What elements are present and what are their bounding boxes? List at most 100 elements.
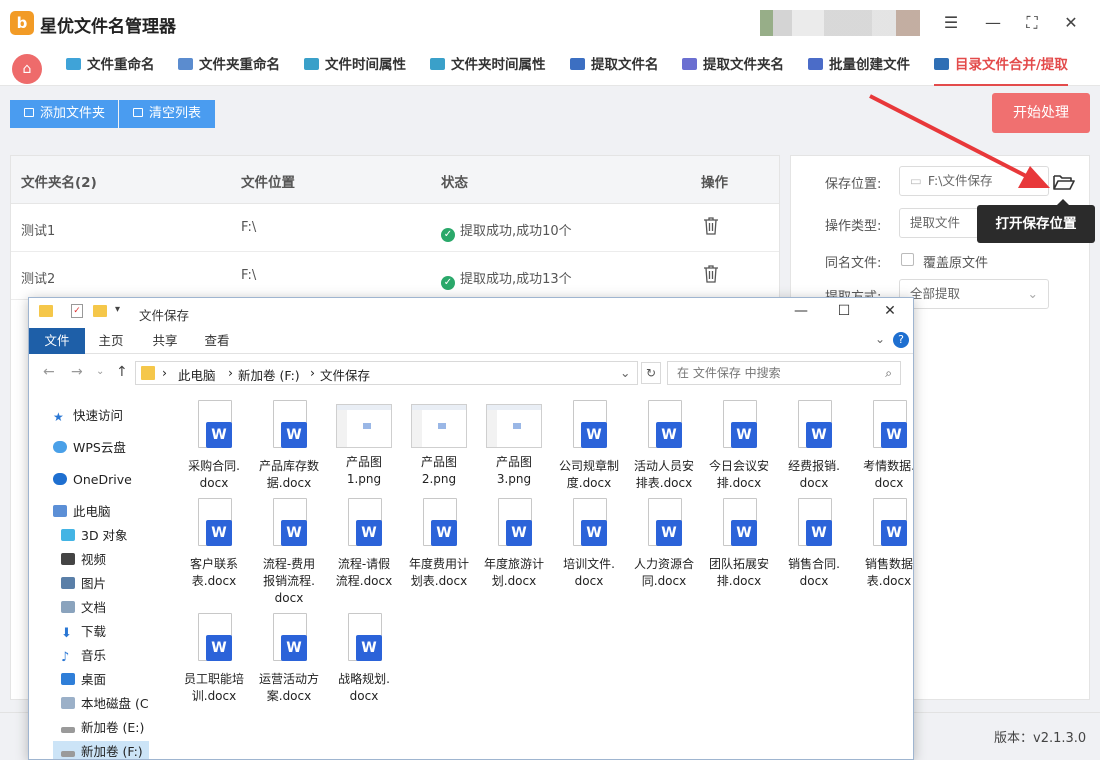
ribbon-tab-share[interactable]: 共享: [145, 328, 185, 354]
up-arrow-icon[interactable]: ↑: [116, 364, 128, 380]
overwrite-checkbox[interactable]: [901, 253, 914, 266]
maximize-icon[interactable]: ☐: [829, 303, 859, 319]
nav-desktop[interactable]: 桌面: [61, 669, 106, 691]
file-item[interactable]: W 人力资源合 同.docx: [627, 498, 701, 590]
app-title: 星优文件名管理器: [40, 17, 176, 37]
file-item[interactable]: W 年度费用计 划表.docx: [402, 498, 476, 590]
breadcrumb-this-pc[interactable]: 此电脑: [178, 365, 216, 384]
header-status: 状态: [441, 175, 468, 191]
settings-icon[interactable]: ☰: [940, 12, 962, 34]
nav-quick-access[interactable]: ★ 快速访问: [53, 405, 123, 427]
chevron-down-icon[interactable]: ⌄: [875, 332, 885, 346]
user-avatar[interactable]: [760, 10, 920, 36]
nav-drive-c[interactable]: 本地磁盘 (C: [61, 693, 149, 715]
close-icon[interactable]: ✕: [875, 303, 905, 319]
version-label: 版本：v2.1.3.0: [994, 731, 1087, 746]
file-name: 产品图 3.png: [495, 455, 532, 486]
header-folder-name: 文件夹名(2): [21, 175, 97, 191]
file-item[interactable]: W 客户联系 表.docx: [177, 498, 251, 590]
file-item[interactable]: W 公司规章制 度.docx: [552, 400, 626, 492]
file-item[interactable]: W 采购合同. docx: [177, 400, 251, 492]
breadcrumb-folder[interactable]: 文件保存: [320, 365, 370, 384]
recent-dropdown-icon[interactable]: ⌄: [96, 366, 104, 377]
clear-list-button[interactable]: 清空列表: [119, 100, 215, 128]
file-item[interactable]: 产品图 1.png: [327, 400, 401, 488]
properties-icon[interactable]: ✓: [71, 304, 83, 318]
file-item[interactable]: W 员工职能培 训.docx: [177, 613, 251, 705]
file-item[interactable]: W 产品库存数 据.docx: [252, 400, 326, 492]
tab-batch-create[interactable]: 批量创建文件: [808, 46, 910, 86]
nav-drive-e[interactable]: 新加卷 (E:): [61, 717, 144, 739]
file-item[interactable]: 产品图 2.png: [402, 400, 476, 488]
nav-label: WPS云盘: [73, 440, 126, 455]
maximize-icon[interactable]: ⛶: [1021, 12, 1043, 34]
nav-this-pc[interactable]: 此电脑: [53, 501, 111, 523]
nav-wps-cloud[interactable]: WPS云盘: [53, 437, 126, 459]
operation-type-select[interactable]: 提取文件: [899, 208, 979, 238]
tab-label: 批量创建文件: [829, 57, 910, 73]
file-item[interactable]: W 培训文件. docx: [552, 498, 626, 590]
file-name: 流程-请假 流程.docx: [335, 557, 393, 588]
nav-documents[interactable]: 文档: [61, 597, 106, 619]
minimize-icon[interactable]: —: [982, 12, 1004, 34]
nav-onedrive[interactable]: OneDrive: [53, 469, 132, 491]
quick-access-dropdown-icon[interactable]: ▾: [115, 304, 120, 315]
tab-extract-foldername[interactable]: 提取文件夹名: [682, 46, 784, 86]
tab-file-rename[interactable]: 文件重命名: [66, 46, 155, 86]
tab-label: 文件重命名: [87, 57, 155, 73]
ribbon-tab-file[interactable]: 文件: [29, 328, 85, 354]
file-item[interactable]: W 年度旅游计 划.docx: [477, 498, 551, 590]
file-item[interactable]: W 活动人员安 排表.docx: [627, 400, 701, 492]
refresh-icon[interactable]: ↻: [641, 362, 661, 384]
close-icon[interactable]: ✕: [1060, 12, 1082, 34]
star-icon: ★: [53, 410, 64, 424]
file-item[interactable]: W 战略规划. docx: [327, 613, 401, 705]
back-arrow-icon[interactable]: ←: [43, 364, 55, 380]
help-icon[interactable]: ?: [893, 332, 909, 348]
tab-extract-filename[interactable]: 提取文件名: [570, 46, 659, 86]
delete-icon[interactable]: [703, 264, 719, 284]
address-dropdown-icon[interactable]: ⌄: [620, 365, 630, 380]
file-item[interactable]: W 经费报销. docx: [777, 400, 851, 492]
file-item[interactable]: W 销售合同. docx: [777, 498, 851, 590]
nav-downloads[interactable]: ⬇ 下载: [61, 621, 106, 643]
file-item[interactable]: W 运营活动方 案.docx: [252, 613, 326, 705]
address-bar[interactable]: › 此电脑 › 新加卷 (F:) › 文件保存 ⌄: [135, 361, 638, 385]
table-row[interactable]: 测试2 F:\ ✓ 提取成功,成功13个: [11, 252, 779, 300]
forward-arrow-icon[interactable]: →: [71, 364, 83, 380]
ribbon-tab-view[interactable]: 查看: [197, 328, 237, 354]
nav-drive-f[interactable]: 新加卷 (F:): [53, 741, 149, 759]
tab-file-time[interactable]: 文件时间属性: [304, 46, 406, 86]
delete-icon[interactable]: [703, 216, 719, 236]
tab-folder-time[interactable]: 文件夹时间属性: [430, 46, 546, 86]
minimize-icon[interactable]: —: [786, 303, 816, 319]
tab-dir-merge-extract[interactable]: 目录文件合并/提取: [934, 46, 1068, 86]
search-input[interactable]: 在 文件保存 中搜索 ⌕: [667, 361, 901, 385]
nav-label: 音乐: [81, 648, 107, 663]
word-document-icon: W: [719, 400, 759, 452]
file-name: 活动人员安 排表.docx: [633, 459, 694, 490]
file-item[interactable]: W 流程-请假 流程.docx: [327, 498, 401, 590]
file-item[interactable]: 产品图 3.png: [477, 400, 551, 488]
file-name: 运营活动方 案.docx: [258, 672, 319, 703]
dir-merge-icon: [934, 58, 949, 70]
nav-videos[interactable]: 视频: [61, 549, 106, 571]
file-item[interactable]: W 流程-费用 报销流程. docx: [252, 498, 326, 607]
new-folder-icon[interactable]: [93, 305, 107, 317]
tab-folder-rename[interactable]: 文件夹重命名: [178, 46, 280, 86]
table-row[interactable]: 测试1 F:\ ✓ 提取成功,成功10个: [11, 204, 779, 252]
file-item[interactable]: W 团队拓展安 排.docx: [702, 498, 776, 590]
ribbon-tab-home[interactable]: 主页: [91, 328, 131, 354]
file-item[interactable]: W 考情数据. docx: [852, 400, 913, 492]
file-item[interactable]: W 今日会议安 排.docx: [702, 400, 776, 492]
nav-music[interactable]: ♪ 音乐: [61, 645, 106, 667]
breadcrumb-drive-f[interactable]: 新加卷 (F:): [238, 365, 300, 384]
explorer-title: 文件保存: [139, 308, 190, 323]
home-button[interactable]: ⌂: [12, 54, 42, 84]
explorer-window: ✓ ▾ 文件保存 — ☐ ✕ 文件 主页 共享 查看 ⌄ ? ← → ⌄ ↑ ›…: [28, 297, 914, 760]
nav-pictures[interactable]: 图片: [61, 573, 106, 595]
add-folder-button[interactable]: 添加文件夹: [10, 100, 118, 128]
extract-mode-select[interactable]: 全部提取 ⌄: [899, 279, 1049, 309]
file-item[interactable]: W 销售数据 表.docx: [852, 498, 913, 590]
nav-3d-objects[interactable]: 3D 对象: [61, 525, 128, 547]
